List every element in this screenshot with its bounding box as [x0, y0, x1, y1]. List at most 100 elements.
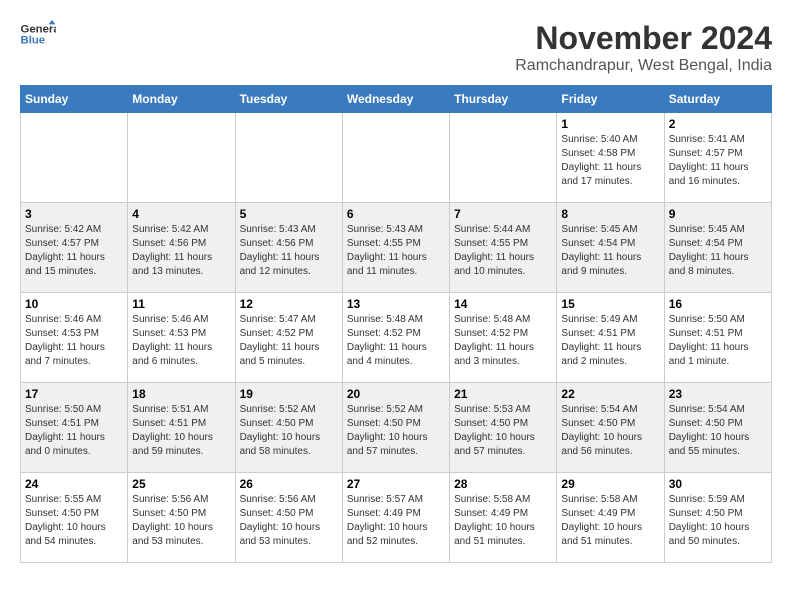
day-number: 7: [454, 207, 552, 221]
day-info: Sunrise: 5:47 AM Sunset: 4:52 PM Dayligh…: [240, 313, 338, 369]
day-number: 28: [454, 477, 552, 491]
day-info: Sunrise: 5:42 AM Sunset: 4:56 PM Dayligh…: [132, 223, 230, 279]
day-number: 3: [25, 207, 123, 221]
month-year: November 2024: [515, 20, 772, 57]
calendar-cell: [21, 113, 128, 203]
calendar-cell: 28 Sunrise: 5:58 AM Sunset: 4:49 PM Dayli…: [450, 473, 557, 563]
day-number: 20: [347, 387, 445, 401]
calendar-cell: 3Sunrise: 5:42 AM Sunset: 4:57 PM Daylig…: [21, 203, 128, 293]
day-info: Sunrise: 5:56 AM Sunset: 4:50 PM Dayligh…: [240, 493, 338, 549]
day-info: Sunrise: 5:59 AM Sunset: 4:50 PM Dayligh…: [669, 493, 767, 549]
calendar: SundayMondayTuesdayWednesdayThursdayFrid…: [20, 85, 772, 563]
day-info: Sunrise: 5:58 AM Sunset: 4:49 PM Dayligh…: [561, 493, 659, 549]
weekday-header-wednesday: Wednesday: [342, 86, 449, 113]
day-info: Sunrise: 5:50 AM Sunset: 4:51 PM Dayligh…: [669, 313, 767, 369]
day-info: Sunrise: 5:45 AM Sunset: 4:54 PM Dayligh…: [561, 223, 659, 279]
day-info: Sunrise: 5:43 AM Sunset: 4:56 PM Dayligh…: [240, 223, 338, 279]
day-number: 30: [669, 477, 767, 491]
calendar-cell: 14 Sunrise: 5:48 AM Sunset: 4:52 PM Dayli…: [450, 293, 557, 383]
week-row-1: 1 Sunrise: 5:40 AM Sunset: 4:58 PM Daylig…: [21, 113, 772, 203]
day-info: Sunrise: 5:52 AM Sunset: 4:50 PM Dayligh…: [240, 403, 338, 459]
day-number: 18: [132, 387, 230, 401]
day-info: Sunrise: 5:52 AM Sunset: 4:50 PM Dayligh…: [347, 403, 445, 459]
calendar-cell: 17 Sunrise: 5:50 AM Sunset: 4:51 PM Dayli…: [21, 383, 128, 473]
calendar-cell: 23 Sunrise: 5:54 AM Sunset: 4:50 PM Dayli…: [664, 383, 771, 473]
calendar-cell: 7Sunrise: 5:44 AM Sunset: 4:55 PM Daylig…: [450, 203, 557, 293]
weekday-header-row: SundayMondayTuesdayWednesdayThursdayFrid…: [21, 86, 772, 113]
calendar-cell: 24 Sunrise: 5:55 AM Sunset: 4:50 PM Dayli…: [21, 473, 128, 563]
calendar-cell: 26 Sunrise: 5:56 AM Sunset: 4:50 PM Dayli…: [235, 473, 342, 563]
day-info: Sunrise: 5:57 AM Sunset: 4:49 PM Dayligh…: [347, 493, 445, 549]
weekday-header-sunday: Sunday: [21, 86, 128, 113]
svg-text:General: General: [21, 23, 57, 35]
day-number: 12: [240, 297, 338, 311]
day-number: 5: [240, 207, 338, 221]
day-number: 11: [132, 297, 230, 311]
calendar-cell: 16 Sunrise: 5:50 AM Sunset: 4:51 PM Dayli…: [664, 293, 771, 383]
day-number: 1: [561, 117, 659, 131]
day-info: Sunrise: 5:56 AM Sunset: 4:50 PM Dayligh…: [132, 493, 230, 549]
svg-text:Blue: Blue: [21, 35, 46, 47]
day-info: Sunrise: 5:54 AM Sunset: 4:50 PM Dayligh…: [669, 403, 767, 459]
calendar-cell: 22Sunrise: 5:54 AM Sunset: 4:50 PM Dayli…: [557, 383, 664, 473]
day-number: 26: [240, 477, 338, 491]
calendar-cell: 11 Sunrise: 5:46 AM Sunset: 4:53 PM Dayli…: [128, 293, 235, 383]
calendar-cell: 21Sunrise: 5:53 AM Sunset: 4:50 PM Dayli…: [450, 383, 557, 473]
day-number: 10: [25, 297, 123, 311]
calendar-cell: 10 Sunrise: 5:46 AM Sunset: 4:53 PM Dayli…: [21, 293, 128, 383]
day-info: Sunrise: 5:54 AM Sunset: 4:50 PM Dayligh…: [561, 403, 659, 459]
day-number: 16: [669, 297, 767, 311]
calendar-cell: 4Sunrise: 5:42 AM Sunset: 4:56 PM Daylig…: [128, 203, 235, 293]
day-info: Sunrise: 5:49 AM Sunset: 4:51 PM Dayligh…: [561, 313, 659, 369]
day-number: 21: [454, 387, 552, 401]
calendar-cell: 20 Sunrise: 5:52 AM Sunset: 4:50 PM Dayli…: [342, 383, 449, 473]
calendar-cell: 1 Sunrise: 5:40 AM Sunset: 4:58 PM Daylig…: [557, 113, 664, 203]
day-number: 13: [347, 297, 445, 311]
calendar-cell: 29Sunrise: 5:58 AM Sunset: 4:49 PM Dayli…: [557, 473, 664, 563]
day-info: Sunrise: 5:58 AM Sunset: 4:49 PM Dayligh…: [454, 493, 552, 549]
calendar-cell: 12 Sunrise: 5:47 AM Sunset: 4:52 PM Dayli…: [235, 293, 342, 383]
calendar-cell: 13Sunrise: 5:48 AM Sunset: 4:52 PM Dayli…: [342, 293, 449, 383]
day-info: Sunrise: 5:45 AM Sunset: 4:54 PM Dayligh…: [669, 223, 767, 279]
day-number: 19: [240, 387, 338, 401]
day-number: 14: [454, 297, 552, 311]
weekday-header-friday: Friday: [557, 86, 664, 113]
calendar-cell: 30 Sunrise: 5:59 AM Sunset: 4:50 PM Dayli…: [664, 473, 771, 563]
title-section: November 2024 Ramchandrapur, West Bengal…: [515, 20, 772, 75]
calendar-cell: 19 Sunrise: 5:52 AM Sunset: 4:50 PM Dayli…: [235, 383, 342, 473]
weekday-header-tuesday: Tuesday: [235, 86, 342, 113]
day-info: Sunrise: 5:51 AM Sunset: 4:51 PM Dayligh…: [132, 403, 230, 459]
day-number: 24: [25, 477, 123, 491]
day-number: 15: [561, 297, 659, 311]
calendar-cell: 5 Sunrise: 5:43 AM Sunset: 4:56 PM Daylig…: [235, 203, 342, 293]
day-info: Sunrise: 5:46 AM Sunset: 4:53 PM Dayligh…: [25, 313, 123, 369]
day-info: Sunrise: 5:48 AM Sunset: 4:52 PM Dayligh…: [454, 313, 552, 369]
day-number: 8: [561, 207, 659, 221]
week-row-3: 10 Sunrise: 5:46 AM Sunset: 4:53 PM Dayli…: [21, 293, 772, 383]
day-info: Sunrise: 5:40 AM Sunset: 4:58 PM Dayligh…: [561, 133, 659, 189]
calendar-cell: [128, 113, 235, 203]
day-info: Sunrise: 5:55 AM Sunset: 4:50 PM Dayligh…: [25, 493, 123, 549]
day-number: 17: [25, 387, 123, 401]
week-row-4: 17 Sunrise: 5:50 AM Sunset: 4:51 PM Dayli…: [21, 383, 772, 473]
week-row-2: 3Sunrise: 5:42 AM Sunset: 4:57 PM Daylig…: [21, 203, 772, 293]
logo-icon: General Blue: [20, 20, 56, 48]
day-number: 2: [669, 117, 767, 131]
header: General Blue November 2024 Ramchandrapur…: [20, 20, 772, 75]
calendar-cell: 27 Sunrise: 5:57 AM Sunset: 4:49 PM Dayli…: [342, 473, 449, 563]
weekday-header-monday: Monday: [128, 86, 235, 113]
day-info: Sunrise: 5:46 AM Sunset: 4:53 PM Dayligh…: [132, 313, 230, 369]
day-number: 9: [669, 207, 767, 221]
calendar-cell: 8 Sunrise: 5:45 AM Sunset: 4:54 PM Daylig…: [557, 203, 664, 293]
weekday-header-thursday: Thursday: [450, 86, 557, 113]
calendar-cell: 6Sunrise: 5:43 AM Sunset: 4:55 PM Daylig…: [342, 203, 449, 293]
day-info: Sunrise: 5:43 AM Sunset: 4:55 PM Dayligh…: [347, 223, 445, 279]
day-info: Sunrise: 5:41 AM Sunset: 4:57 PM Dayligh…: [669, 133, 767, 189]
calendar-cell: [235, 113, 342, 203]
day-number: 27: [347, 477, 445, 491]
calendar-cell: [342, 113, 449, 203]
day-number: 23: [669, 387, 767, 401]
calendar-cell: [450, 113, 557, 203]
day-info: Sunrise: 5:50 AM Sunset: 4:51 PM Dayligh…: [25, 403, 123, 459]
calendar-cell: 9 Sunrise: 5:45 AM Sunset: 4:54 PM Daylig…: [664, 203, 771, 293]
